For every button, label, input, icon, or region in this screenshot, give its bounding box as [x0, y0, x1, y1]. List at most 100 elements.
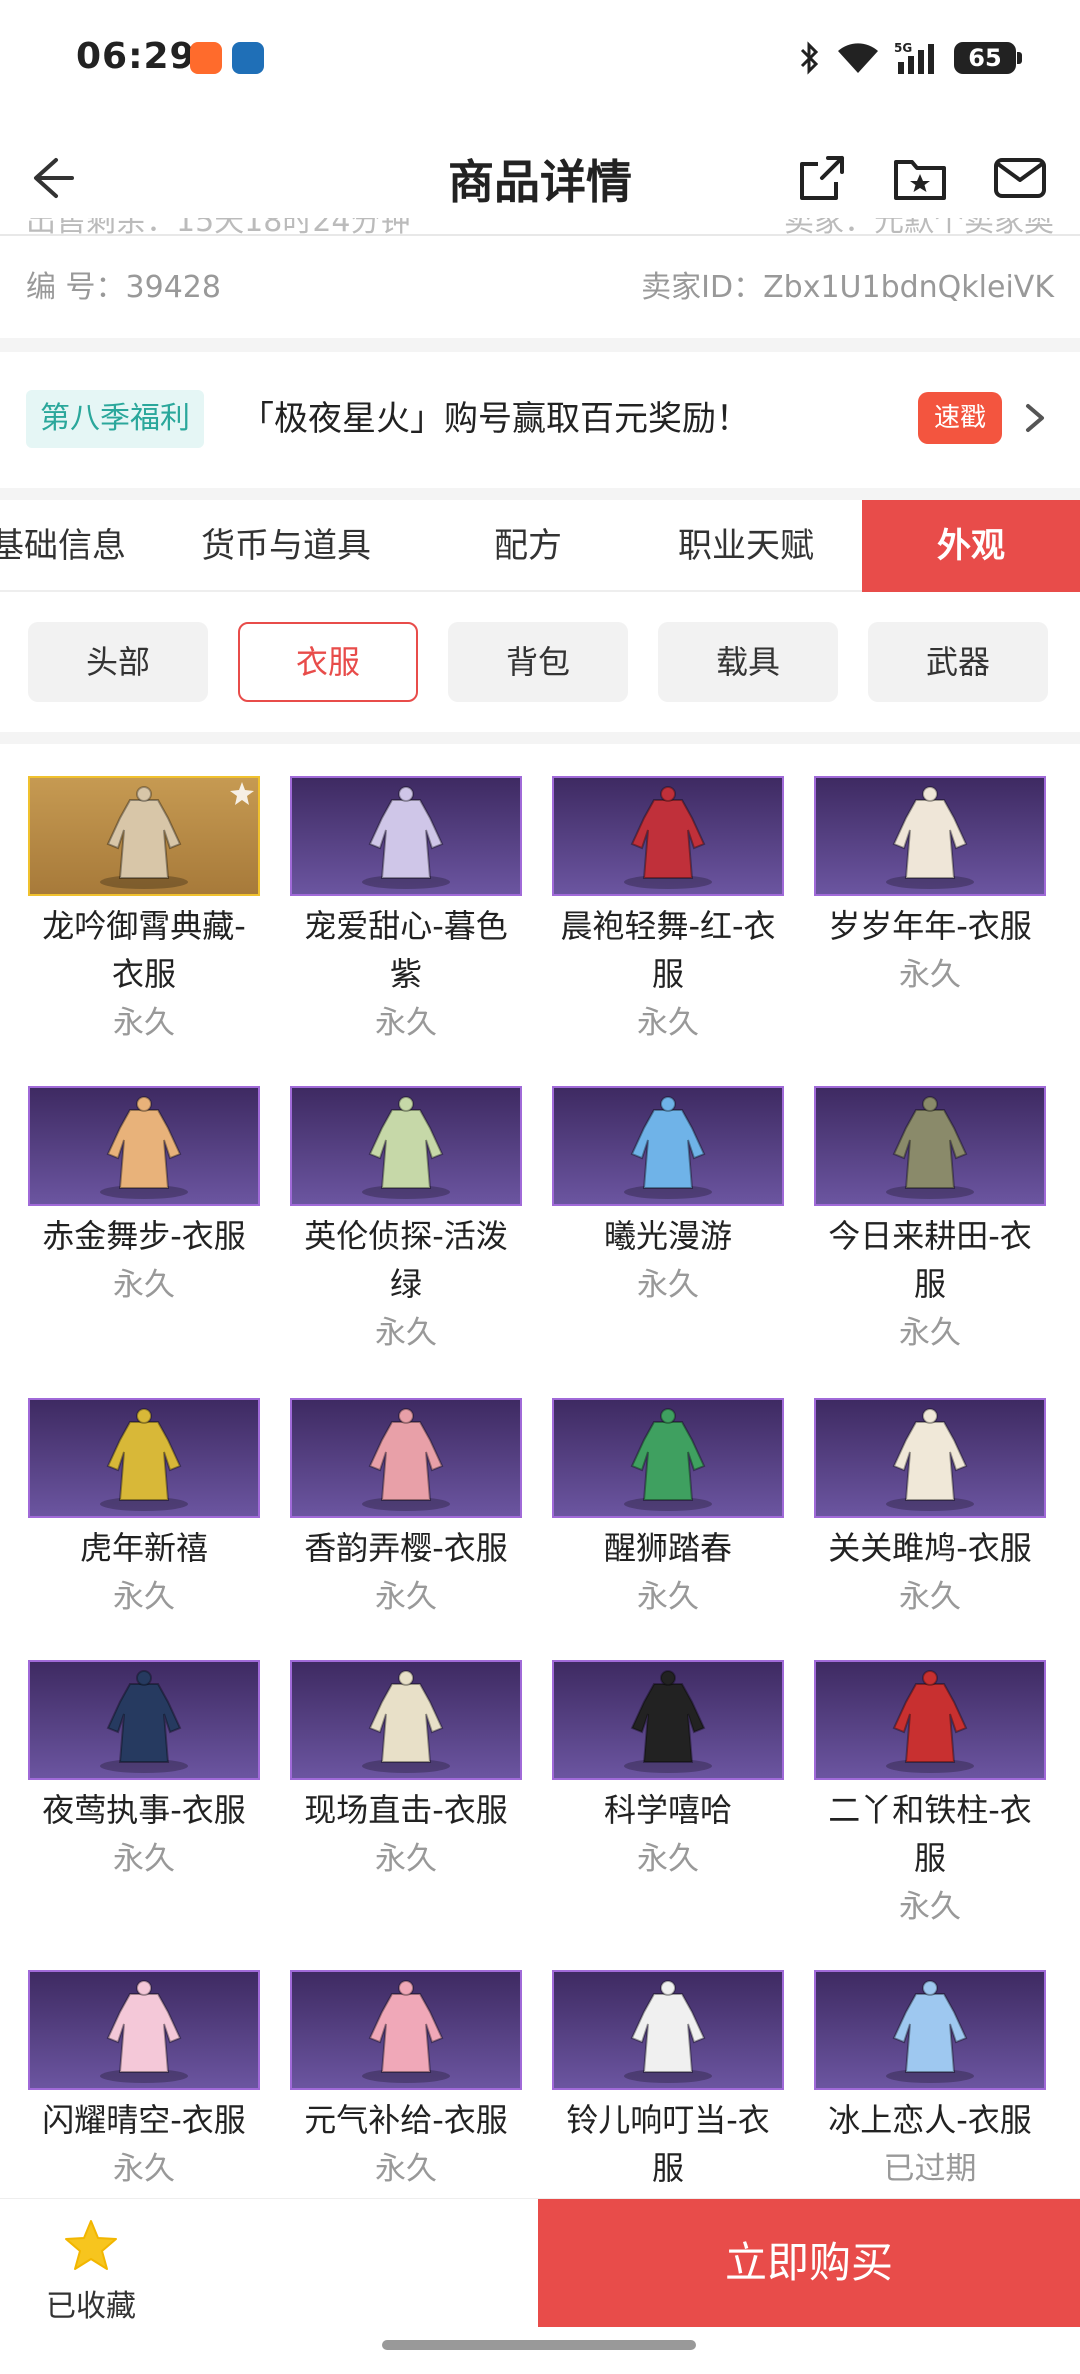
outfit-name: 晨袍轻舞-红-衣服: [560, 907, 776, 993]
tab-appearance[interactable]: 外观: [862, 500, 1080, 592]
outfit-status: 永久: [375, 1315, 437, 1351]
outfit-thumbnail: [290, 1086, 522, 1206]
folder-star-icon[interactable]: [890, 148, 950, 208]
outfit-name: 闪耀晴空-衣服: [42, 2101, 246, 2139]
outfit-name: 岁岁年年-衣服: [828, 907, 1032, 945]
outfit-name: 科学嘻哈: [603, 1791, 732, 1829]
outfit-thumbnail: [814, 1398, 1046, 1518]
outfit-status: 永久: [375, 1005, 437, 1041]
outfit-name: 关关雎鸠-衣服: [828, 1529, 1032, 1567]
detail-tabs: 基础信息 货币与道具 配方 职业天赋 外观: [0, 500, 1080, 592]
divider: [0, 732, 1080, 744]
outfit-item[interactable]: 夜莺执事-衣服 永久: [28, 1660, 260, 1884]
outfit-status: 永久: [899, 1315, 961, 1351]
seller-name: 卖家：元默个卖家奥: [784, 218, 1054, 236]
outfit-image: [624, 1096, 712, 1199]
sale-info-clipped: 出售剩余：15天18时24分钟 卖家：元默个卖家奥: [26, 218, 1066, 236]
outfit-item[interactable]: 宠爱甜心-暮色紫 永久: [290, 776, 522, 1048]
tab-currency-items[interactable]: 货币与道具: [176, 500, 396, 592]
outfit-item[interactable]: 虎年新禧 永久: [28, 1398, 260, 1622]
outfit-name: 元气补给-衣服: [304, 2101, 508, 2139]
outfit-thumbnail: [814, 1660, 1046, 1780]
outfit-thumbnail: [28, 1086, 260, 1206]
chevron-right-icon[interactable]: [1016, 398, 1052, 438]
chip-weapon[interactable]: 武器: [868, 622, 1048, 702]
outfit-status: 已过期: [883, 2151, 977, 2187]
share-icon[interactable]: [792, 148, 852, 208]
tab-recipes[interactable]: 配方: [448, 500, 608, 592]
outfit-item[interactable]: 关关雎鸠-衣服 永久: [814, 1398, 1046, 1622]
outfit-status: 永久: [637, 1841, 699, 1877]
outfit-image: [886, 786, 974, 889]
outfit-status: 永久: [899, 957, 961, 993]
message-icon[interactable]: [990, 148, 1050, 208]
divider: [0, 338, 1080, 352]
outfit-item[interactable]: 龙吟御霄典藏-衣服 永久: [28, 776, 260, 1048]
outfit-name: 今日来耕田-衣服: [828, 1217, 1032, 1303]
outfit-name: 二丫和铁柱-衣服: [828, 1791, 1032, 1877]
outfit-image: [624, 1408, 712, 1511]
outfit-item[interactable]: 元气补给-衣服 永久: [290, 1970, 522, 2194]
chip-vehicle[interactable]: 载具: [658, 622, 838, 702]
outfit-name: 冰上恋人-衣服: [828, 2101, 1032, 2139]
promo-badge[interactable]: 速戳: [918, 392, 1003, 444]
svg-text:5G: 5G: [894, 41, 912, 55]
tab-talents[interactable]: 职业天赋: [654, 500, 838, 592]
outfit-thumbnail: [290, 1660, 522, 1780]
outfit-status: 永久: [899, 1579, 961, 1615]
outfit-name: 铃儿响叮当-衣服: [566, 2101, 770, 2187]
outfit-status: 永久: [375, 1841, 437, 1877]
home-indicator: [382, 2340, 696, 2350]
outfit-image: [886, 1408, 974, 1511]
outfit-image: [100, 782, 254, 889]
promo-tag: 第八季福利: [26, 390, 204, 448]
chip-clothes[interactable]: 衣服: [238, 622, 418, 702]
outfit-item[interactable]: 晨袍轻舞-红-衣服 永久: [552, 776, 784, 1048]
outfit-item[interactable]: 曦光漫游 永久: [552, 1086, 784, 1310]
outfit-status: 永久: [113, 1267, 175, 1303]
favorite-label: 已收藏: [46, 2289, 136, 2324]
outfit-thumbnail: [290, 1970, 522, 2090]
outfit-image: [624, 786, 712, 889]
outfit-status: 永久: [113, 1005, 175, 1041]
outfit-item[interactable]: 香韵弄樱-衣服 永久: [290, 1398, 522, 1622]
outfit-item[interactable]: 科学嘻哈 永久: [552, 1660, 784, 1884]
seller-id: 卖家ID：Zbx1U1bdnQkleiVK: [641, 270, 1054, 305]
app-notification-icon: [190, 42, 222, 74]
chip-backpack[interactable]: 背包: [448, 622, 628, 702]
outfit-image: [362, 1408, 450, 1511]
outfit-item[interactable]: 岁岁年年-衣服 永久: [814, 776, 1046, 1000]
buy-now-button[interactable]: 立即购买: [538, 2199, 1080, 2327]
outfit-name: 虎年新禧: [79, 1529, 208, 1567]
app-notification-icon-2: [232, 42, 264, 74]
favorite-button[interactable]: 已收藏: [36, 2219, 146, 2325]
outfit-thumbnail: [552, 1970, 784, 2090]
outfit-thumbnail: [814, 776, 1046, 896]
outfit-status: 永久: [375, 1579, 437, 1615]
outfit-status: 永久: [375, 2151, 437, 2187]
outfit-thumbnail: [552, 776, 784, 896]
outfit-status: 永久: [113, 2151, 175, 2187]
outfit-item[interactable]: 赤金舞步-衣服 永久: [28, 1086, 260, 1310]
outfit-item[interactable]: 英伦侦探-活泼绿 永久: [290, 1086, 522, 1358]
outfit-status: 永久: [637, 1267, 699, 1303]
battery-icon: 65: [954, 42, 1022, 74]
tab-basic-info[interactable]: 基础信息: [0, 500, 126, 592]
outfit-thumbnail: [28, 776, 260, 896]
outfit-thumbnail: [28, 1398, 260, 1518]
outfit-image: [362, 1980, 450, 2083]
chip-head[interactable]: 头部: [28, 622, 208, 702]
promo-banner[interactable]: 第八季福利 「极夜星火」购号赢取百元奖励！ 速戳: [0, 352, 1080, 488]
outfit-item[interactable]: 冰上恋人-衣服 已过期: [814, 1970, 1046, 2194]
outfit-image: [100, 1408, 188, 1511]
outfit-image: [624, 1670, 712, 1773]
outfit-status: 永久: [637, 1579, 699, 1615]
outfit-image: [362, 1670, 450, 1773]
outfit-item[interactable]: 今日来耕田-衣服永久: [814, 1086, 1046, 1358]
outfit-item[interactable]: 闪耀晴空-衣服 永久: [28, 1970, 260, 2194]
outfit-item[interactable]: 醒狮踏春 永久: [552, 1398, 784, 1622]
outfit-status: 永久: [899, 1889, 961, 1925]
outfit-item[interactable]: 二丫和铁柱-衣服永久: [814, 1660, 1046, 1932]
promo-text: 「极夜星火」购号赢取百元奖励！: [240, 399, 750, 439]
outfit-item[interactable]: 现场直击-衣服 永久: [290, 1660, 522, 1884]
